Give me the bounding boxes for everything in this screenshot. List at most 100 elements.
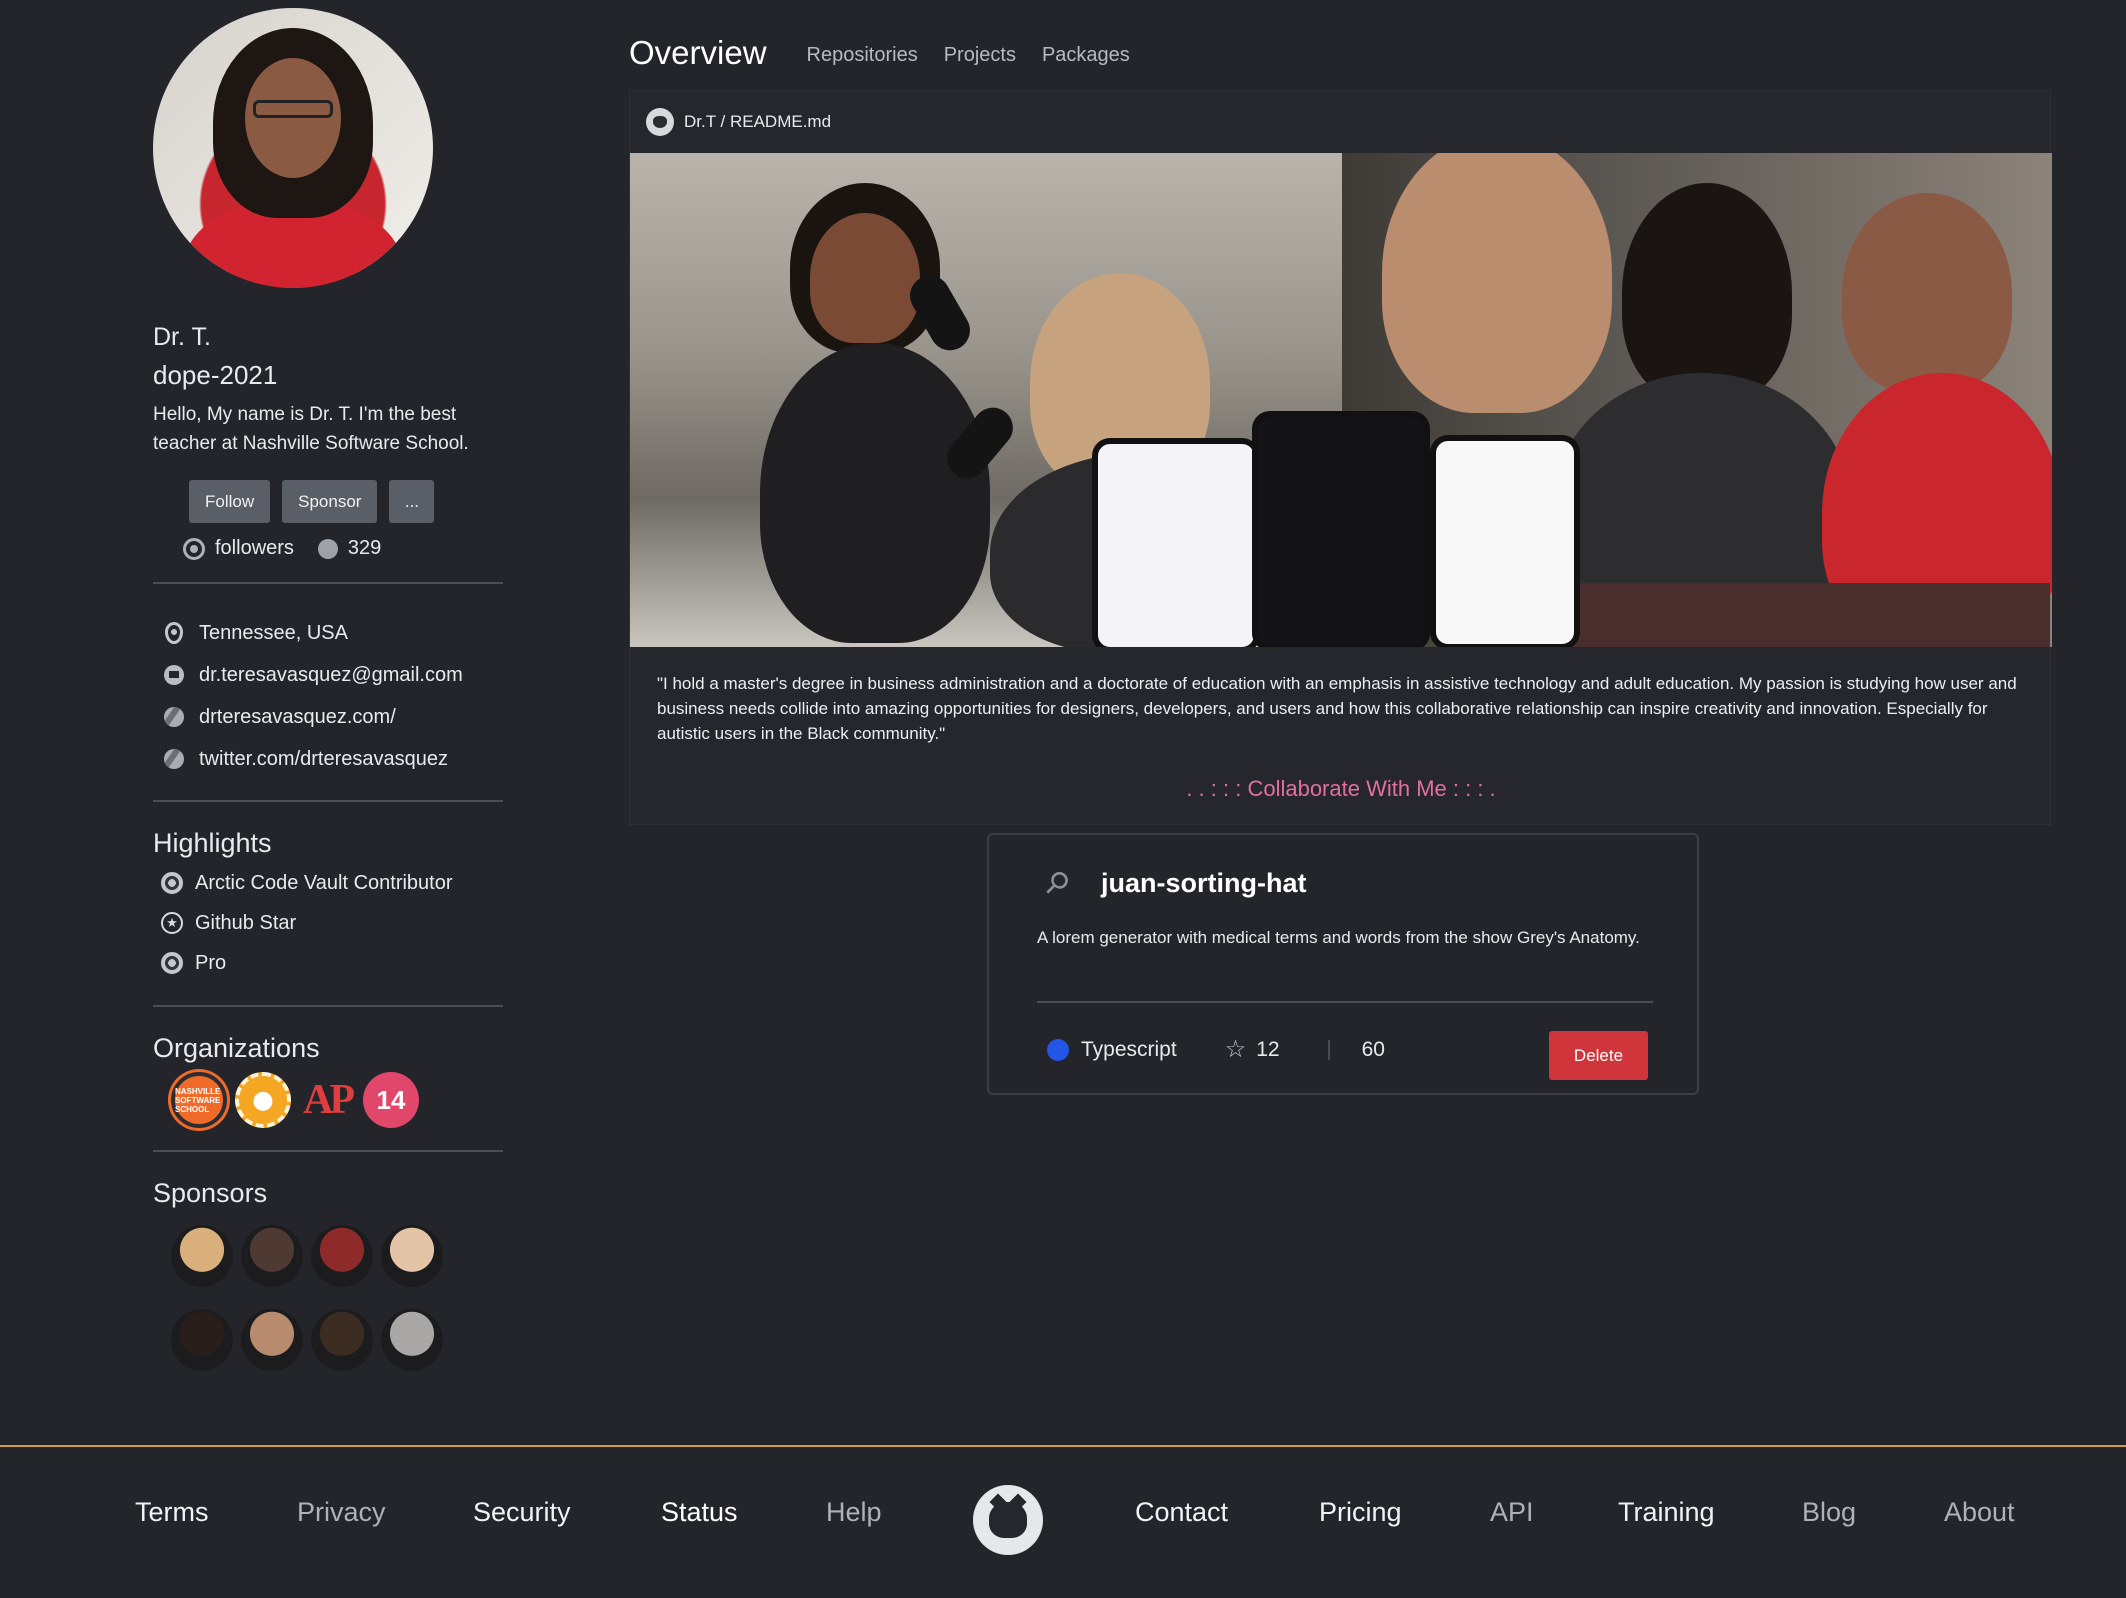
sponsor-avatar[interactable] bbox=[171, 1225, 233, 1287]
sponsor-avatar[interactable] bbox=[171, 1309, 233, 1371]
highlight-arctic[interactable]: Arctic Code Vault Contributor bbox=[161, 863, 503, 903]
mail-icon bbox=[164, 665, 184, 685]
footer-help[interactable]: Help bbox=[826, 1497, 882, 1528]
highlight-pro[interactable]: Pro bbox=[161, 943, 503, 983]
email-item: dr.teresavasquez@gmail.com bbox=[163, 654, 503, 696]
pinned-repo-card: ⚲ juan-sorting-hat A lorem generator wit… bbox=[987, 833, 1699, 1095]
highlight-label: Github Star bbox=[195, 911, 297, 934]
twitter-icon bbox=[164, 749, 184, 769]
pinned-repo-header: ⚲ juan-sorting-hat bbox=[1038, 864, 1307, 903]
highlights-list: Arctic Code Vault Contributor ★ Github S… bbox=[153, 863, 503, 983]
footer-pricing[interactable]: Pricing bbox=[1319, 1497, 1402, 1528]
repo-meta: Typescript ☆ 12 60 bbox=[1047, 1035, 1385, 1064]
star-icon: ☆ bbox=[1224, 1036, 1247, 1063]
tab-projects[interactable]: Projects bbox=[944, 44, 1016, 72]
divider bbox=[153, 582, 503, 584]
sponsor-button[interactable]: Sponsor bbox=[282, 480, 378, 523]
pro-badge-icon bbox=[161, 952, 183, 974]
organizations-list: NASHVILLE SOFTWARE SCHOOL ⬤ AP 14 bbox=[171, 1072, 503, 1128]
followers-link[interactable]: followers bbox=[215, 537, 294, 560]
profile-sidebar: Dr. T. dope-2021 Hello, My name is Dr. T… bbox=[153, 8, 503, 1371]
location-pin-icon bbox=[165, 622, 183, 644]
readme-owner-icon bbox=[646, 108, 674, 136]
arctic-vault-icon bbox=[161, 872, 183, 894]
profile-bio: Hello, My name is Dr. T. I'm the best te… bbox=[153, 404, 469, 454]
footer-blog[interactable]: Blog bbox=[1802, 1497, 1856, 1528]
highlight-star[interactable]: ★ Github Star bbox=[161, 903, 503, 943]
location-item: Tennessee, USA bbox=[163, 612, 503, 654]
divider bbox=[153, 1150, 503, 1152]
footer-about[interactable]: About bbox=[1944, 1497, 2015, 1528]
language-color-dot bbox=[1047, 1038, 1069, 1061]
profile-actions: Follow Sponsor ... bbox=[189, 480, 503, 523]
repo-name-link[interactable]: juan-sorting-hat bbox=[1101, 868, 1306, 899]
link-icon bbox=[164, 707, 184, 727]
org-gold-badge[interactable]: ⬤ bbox=[235, 1072, 291, 1128]
repo-forks[interactable]: 60 bbox=[1362, 1038, 1385, 1062]
profile-details: Tennessee, USA dr.teresavasquez@gmail.co… bbox=[153, 612, 503, 780]
website-item: drteresavasquez.com/ bbox=[163, 696, 503, 738]
repo-stars[interactable]: 12 bbox=[1256, 1038, 1279, 1062]
people-icon bbox=[183, 537, 205, 560]
sponsor-avatar[interactable] bbox=[241, 1309, 303, 1371]
following-count[interactable]: 329 bbox=[348, 537, 381, 560]
footer-contact[interactable]: Contact bbox=[1135, 1497, 1228, 1528]
readme-header: Dr.T / README.md bbox=[630, 91, 2050, 153]
divider bbox=[153, 1005, 503, 1007]
twitter-link[interactable]: twitter.com/drteresavasquez bbox=[199, 748, 448, 771]
star-badge-icon: ★ bbox=[161, 912, 183, 934]
email-link[interactable]: dr.teresavasquez@gmail.com bbox=[199, 664, 463, 687]
follow-button[interactable]: Follow bbox=[189, 480, 271, 523]
footer-status[interactable]: Status bbox=[661, 1497, 738, 1528]
highlight-label: Arctic Code Vault Contributor bbox=[195, 871, 453, 894]
profile-avatar[interactable] bbox=[153, 8, 433, 288]
following-icon bbox=[317, 538, 338, 559]
website-link[interactable]: drteresavasquez.com/ bbox=[199, 706, 396, 729]
profile-name: Dr. T. bbox=[153, 323, 211, 351]
tab-packages[interactable]: Packages bbox=[1042, 44, 1130, 72]
collaborate-link[interactable]: . . : : : Collaborate With Me : : : . bbox=[630, 776, 2052, 802]
divider bbox=[153, 800, 503, 802]
footer-training[interactable]: Training bbox=[1618, 1497, 1715, 1528]
readme-banner-image bbox=[630, 153, 2052, 647]
org-ap[interactable]: AP bbox=[299, 1072, 355, 1128]
org-fourteen[interactable]: 14 bbox=[363, 1072, 419, 1128]
tab-overview[interactable]: Overview bbox=[629, 34, 767, 72]
readme-card: Dr.T / README.md "I hold a master's degr… bbox=[629, 90, 2052, 825]
readme-quote: "I hold a master's degree in business ad… bbox=[657, 674, 2017, 743]
delete-button[interactable]: Delete bbox=[1549, 1031, 1648, 1080]
location-text: Tennessee, USA bbox=[199, 621, 348, 644]
fork-icon bbox=[1327, 1039, 1346, 1060]
org-nashville-software-school[interactable]: NASHVILLE SOFTWARE SCHOOL bbox=[171, 1072, 227, 1128]
divider bbox=[1037, 1001, 1653, 1003]
highlights-title: Highlights bbox=[153, 828, 272, 858]
phone-screenshot bbox=[1092, 438, 1260, 647]
more-button[interactable]: ... bbox=[389, 480, 435, 523]
sponsor-avatar[interactable] bbox=[311, 1225, 373, 1287]
repo-description: A lorem generator with medical terms and… bbox=[1037, 928, 1640, 947]
site-footer: Terms Privacy Security Status Help Conta… bbox=[0, 1445, 2126, 1598]
repo-language: Typescript bbox=[1081, 1037, 1177, 1061]
footer-security[interactable]: Security bbox=[473, 1497, 571, 1528]
footer-terms[interactable]: Terms bbox=[135, 1497, 209, 1528]
sponsor-avatar[interactable] bbox=[381, 1225, 443, 1287]
profile-tabs: Overview Repositories Projects Packages bbox=[629, 34, 1130, 72]
pushpin-icon: ⚲ bbox=[1037, 863, 1077, 903]
tab-repositories[interactable]: Repositories bbox=[807, 44, 918, 72]
sponsor-avatar[interactable] bbox=[381, 1309, 443, 1371]
highlight-label: Pro bbox=[195, 951, 227, 974]
sponsors-grid bbox=[171, 1225, 503, 1371]
footer-privacy[interactable]: Privacy bbox=[297, 1497, 386, 1528]
readme-path[interactable]: Dr.T / README.md bbox=[684, 112, 831, 132]
footer-api[interactable]: API bbox=[1490, 1497, 1534, 1528]
github-logo-icon[interactable] bbox=[973, 1485, 1043, 1555]
profile-login: dope-2021 bbox=[153, 360, 278, 390]
phone-screenshot bbox=[1430, 435, 1580, 647]
phone-screenshot bbox=[1252, 411, 1430, 647]
laptop bbox=[1500, 583, 2050, 647]
follow-stats: followers 329 bbox=[183, 537, 503, 560]
twitter-item: twitter.com/drteresavasquez bbox=[163, 738, 503, 780]
sponsor-avatar[interactable] bbox=[311, 1309, 373, 1371]
sponsor-avatar[interactable] bbox=[241, 1225, 303, 1287]
organizations-title: Organizations bbox=[153, 1033, 320, 1063]
